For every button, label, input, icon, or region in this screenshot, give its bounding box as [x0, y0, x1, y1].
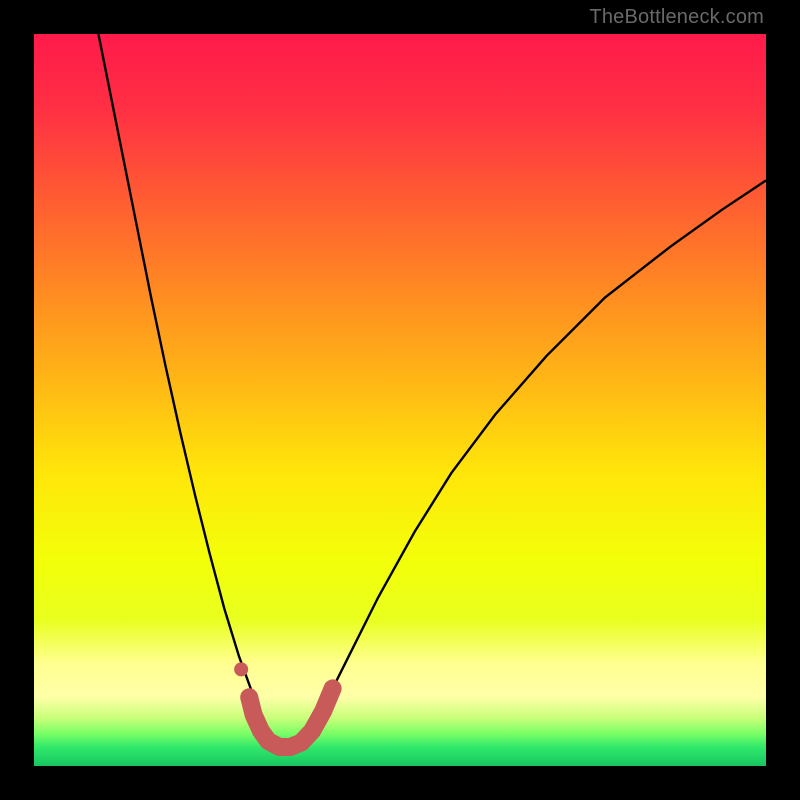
entry-dot	[234, 662, 248, 676]
watermark-text: TheBottleneck.com	[589, 6, 764, 29]
plot-area	[34, 34, 766, 766]
bottleneck-curve	[98, 34, 766, 748]
curve-layer	[34, 34, 766, 766]
bottom-marker	[249, 688, 332, 747]
